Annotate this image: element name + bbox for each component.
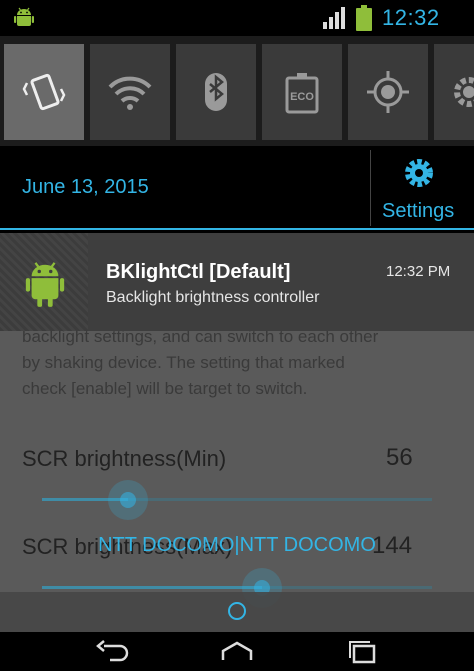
wifi-icon xyxy=(108,76,152,110)
location-tile[interactable] xyxy=(348,44,428,140)
date-label: June 13, 2015 xyxy=(22,176,149,198)
shade-header: June 13, 2015 Settings xyxy=(0,146,474,230)
status-time: 12:32 xyxy=(382,5,440,30)
svg-text:ECO: ECO xyxy=(290,91,314,103)
status-bar: 12:32 xyxy=(0,0,474,36)
settings-label: Settings xyxy=(382,200,455,222)
handle-circle-icon xyxy=(228,602,246,620)
min-brightness-slider-thumb[interactable] xyxy=(108,480,148,520)
eco-battery-icon: ECO xyxy=(285,73,319,114)
navigation-bar xyxy=(0,632,474,671)
vibrate-icon xyxy=(22,73,66,111)
gear-icon xyxy=(405,159,433,187)
app-description: backlight settings, and can switch to ea… xyxy=(22,324,462,402)
bluetooth-icon xyxy=(205,73,227,111)
android-icon xyxy=(14,7,34,26)
back-button[interactable] xyxy=(92,638,132,666)
settings-button[interactable]: Settings xyxy=(376,152,470,228)
notification-subtitle: Backlight brightness controller xyxy=(106,289,320,306)
max-brightness-slider-fill xyxy=(42,586,262,589)
notification-item[interactable]: BKlightCtl [Default] Backlight brightnes… xyxy=(0,233,474,331)
more-tile[interactable] xyxy=(434,44,474,140)
vibrate-tile[interactable] xyxy=(4,44,84,140)
notification-time: 12:32 PM xyxy=(386,263,451,280)
home-button[interactable] xyxy=(217,638,257,666)
bluetooth-tile[interactable] xyxy=(176,44,256,140)
min-brightness-label: SCR brightness(Min) xyxy=(22,446,227,471)
wifi-tile[interactable] xyxy=(90,44,170,140)
recents-button[interactable] xyxy=(342,638,382,666)
description-line: by shaking device. The setting that mark… xyxy=(22,353,345,372)
min-brightness-value: 56 xyxy=(386,444,413,471)
header-accent-line xyxy=(0,228,474,230)
description-line: check [enable] will be target to switch. xyxy=(22,379,308,398)
gear-icon xyxy=(454,77,474,107)
android-icon xyxy=(25,262,65,307)
gps-icon xyxy=(367,71,409,113)
notification-icon-box xyxy=(0,233,88,331)
shade-handle[interactable] xyxy=(0,592,474,632)
signal-icon xyxy=(323,7,345,29)
notification-title: BKlightCtl [Default] xyxy=(106,261,291,283)
battery-icon xyxy=(356,5,372,31)
carrier-label: NTT DOCOMO|NTT DOCOMO xyxy=(98,534,376,556)
eco-tile[interactable]: ECO xyxy=(262,44,342,140)
header-divider xyxy=(370,150,371,226)
quick-settings-tiles: ECO xyxy=(0,36,474,146)
